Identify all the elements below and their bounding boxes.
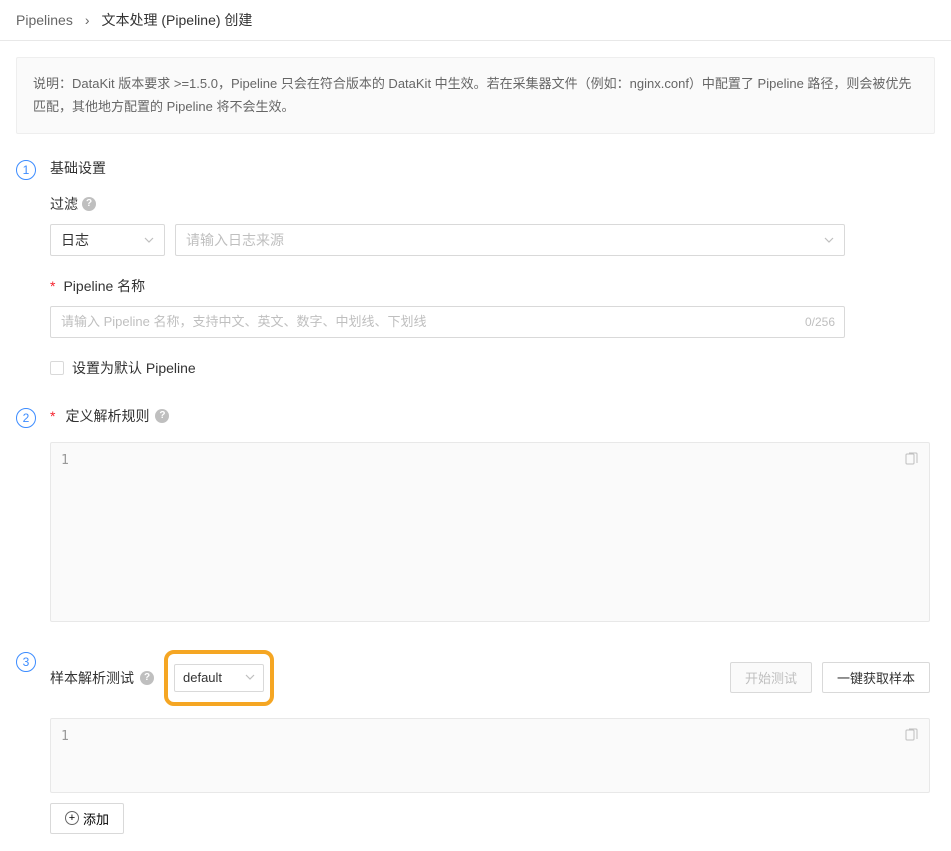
chevron-down-icon: [144, 232, 154, 248]
step-number-1: 1: [16, 160, 36, 180]
name-label: * Pipeline 名称: [50, 276, 935, 296]
help-icon[interactable]: ?: [82, 197, 96, 211]
info-text: 说明：DataKit 版本要求 >=1.5.0，Pipeline 只会在符合版本…: [33, 76, 911, 114]
plus-circle-icon: +: [65, 811, 79, 825]
step-parse-rules: 2 * 定义解析规则 ? 1: [0, 398, 951, 630]
fetch-sample-button[interactable]: 一键获取样本: [822, 662, 930, 693]
help-icon[interactable]: ?: [140, 671, 154, 685]
step-number-3: 3: [16, 652, 36, 672]
chevron-down-icon: [824, 232, 834, 248]
add-sample-button[interactable]: + 添加: [50, 803, 124, 834]
breadcrumb: Pipelines › 文本处理 (Pipeline) 创建: [0, 0, 951, 41]
step-title-3: 样本解析测试 ?: [50, 668, 154, 688]
type-select[interactable]: 日志: [50, 224, 165, 256]
char-counter: 0/256: [805, 315, 835, 329]
start-test-button[interactable]: 开始测试: [730, 662, 812, 693]
rules-code-editor[interactable]: 1: [50, 442, 930, 622]
breadcrumb-root[interactable]: Pipelines: [16, 12, 73, 28]
source-select[interactable]: 请输入日志来源: [175, 224, 845, 256]
help-icon[interactable]: ?: [155, 409, 169, 423]
line-number: 1: [61, 453, 69, 468]
step-title-2: * 定义解析规则 ?: [50, 406, 935, 426]
default-select-highlight: default: [164, 650, 274, 706]
step-sample-test: 3 样本解析测试 ? default 开始测试 一键获取样本 1: [0, 642, 951, 842]
required-marker: *: [50, 278, 55, 294]
step-number-2: 2: [16, 408, 36, 428]
sample-code-editor[interactable]: 1: [50, 718, 930, 793]
pipeline-name-input[interactable]: [50, 306, 845, 338]
copy-icon[interactable]: [903, 451, 919, 467]
chevron-right-icon: ›: [85, 12, 90, 28]
breadcrumb-current: 文本处理 (Pipeline) 创建: [102, 10, 253, 30]
copy-icon[interactable]: [903, 727, 919, 743]
sample-key-select[interactable]: default: [174, 664, 264, 692]
filter-label: 过滤 ?: [50, 194, 935, 214]
info-banner: 说明：DataKit 版本要求 >=1.5.0，Pipeline 只会在符合版本…: [16, 57, 935, 134]
step-title-1: 基础设置: [50, 158, 935, 178]
default-checkbox-label: 设置为默认 Pipeline: [72, 358, 196, 378]
default-pipeline-checkbox-row: 设置为默认 Pipeline: [50, 358, 935, 378]
step-basic-settings: 1 基础设置 过滤 ? 日志 请输入日志来源 * Pip: [0, 150, 951, 386]
required-marker: *: [50, 408, 55, 424]
line-number: 1: [61, 729, 69, 744]
default-pipeline-checkbox[interactable]: [50, 361, 64, 375]
chevron-down-icon: [245, 670, 255, 685]
